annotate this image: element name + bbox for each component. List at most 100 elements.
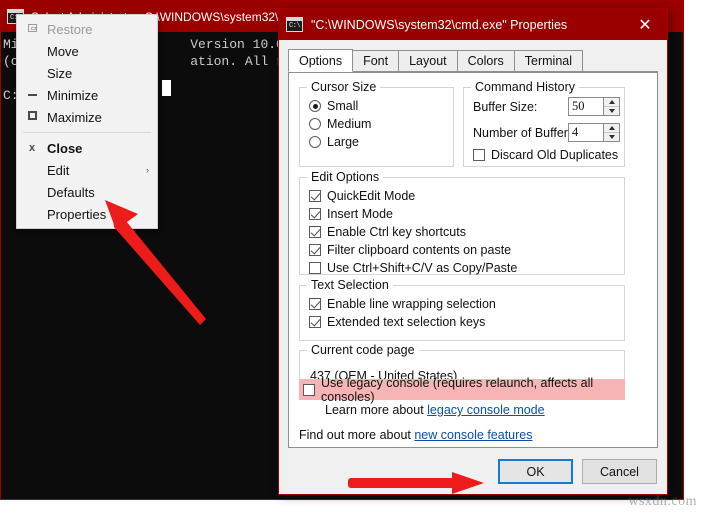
tab-options[interactable]: Options [288, 49, 354, 72]
menu-item-label: Restore [47, 21, 93, 37]
group-legend: Current code page [307, 343, 419, 357]
legacy-console-mode-link[interactable]: legacy console mode [427, 403, 544, 417]
dialog-title: "C:\WINDOWS\system32\cmd.exe" Properties [311, 17, 568, 32]
menu-item-label: Close [47, 140, 83, 156]
checkbox-filter-clipboard-contents[interactable]: Filter clipboard contents on paste [309, 241, 517, 259]
legacy-console-label: Use legacy console (requires relaunch, a… [321, 375, 594, 404]
checkbox-icon [309, 262, 321, 274]
checkbox-icon [309, 298, 321, 310]
x-icon: x [28, 141, 36, 154]
cancel-button[interactable]: Cancel [582, 459, 657, 484]
radio-icon [309, 118, 321, 130]
menu-item-move[interactable]: Move [17, 40, 157, 62]
spin-up-icon[interactable] [604, 98, 619, 107]
screenshot-root: C:\ Select Administrator: C:\WINDOWS\sys… [0, 0, 701, 512]
cmd-properties-dialog: C:\ "C:\WINDOWS\system32\cmd.exe" Proper… [278, 8, 668, 495]
menu-item-label: Minimize [47, 87, 99, 103]
radio-label: Large [327, 135, 359, 149]
checkbox-icon [309, 316, 321, 328]
group-edit-options: Edit Options QuickEdit Mode Insert Mode [299, 170, 625, 277]
radio-cursor-large[interactable]: Large [309, 133, 371, 151]
tabpage-options: Cursor Size Small Medium Large Command H… [288, 72, 658, 448]
console-caret [162, 80, 171, 96]
learn-more-row: Learn more about legacy console mode [325, 403, 545, 417]
spin-down-icon[interactable] [604, 107, 619, 115]
system-context-menu[interactable]: Restore Move Size Minimize Maximize x Cl… [16, 14, 158, 229]
radio-label: Small [327, 99, 359, 113]
menu-item-label: Size [47, 65, 73, 81]
buffer-size-input[interactable]: 50 [568, 97, 604, 116]
minimize-icon [17, 90, 47, 101]
legacy-console-row[interactable]: Use legacy console (requires relaunch, a… [299, 376, 625, 404]
dialog-titlebar[interactable]: C:\ "C:\WINDOWS\system32\cmd.exe" Proper… [279, 9, 667, 40]
learn-more-prefix: Learn more about [325, 403, 428, 417]
checkbox-enable-line-wrapping[interactable]: Enable line wrapping selection [309, 295, 496, 313]
checkbox-quickedit-mode[interactable]: QuickEdit Mode [309, 187, 517, 205]
tabstrip: Options Font Layout Colors Terminal [288, 49, 658, 72]
cmd-icon: C:\ [286, 17, 303, 32]
tab-label: Colors [467, 54, 504, 68]
radio-cursor-medium[interactable]: Medium [309, 115, 371, 133]
buffer-size-spin-buttons[interactable] [604, 97, 620, 116]
menu-item-edit[interactable]: Edit › [17, 159, 157, 181]
number-of-buffers-spin-buttons[interactable] [604, 123, 620, 142]
checkbox-discard-old-duplicates[interactable]: Discard Old Duplicates [473, 146, 618, 164]
group-text-selection: Text Selection Enable line wrapping sele… [299, 278, 625, 341]
tab-colors[interactable]: Colors [456, 50, 515, 71]
group-legend: Command History [471, 80, 580, 94]
find-out-prefix: Find out more about [299, 428, 415, 442]
group-legend: Cursor Size [307, 80, 381, 94]
checkbox-icon [309, 226, 321, 238]
buffer-size-stepper[interactable]: 50 [568, 97, 620, 116]
maximize-icon [17, 111, 47, 123]
menu-item-minimize[interactable]: Minimize [17, 84, 157, 106]
number-of-buffers-label: Number of Buffers: [473, 126, 578, 140]
watermark: wsxdn.com [628, 494, 697, 509]
checkbox-label: QuickEdit Mode [327, 189, 416, 203]
spin-up-icon[interactable] [604, 124, 619, 133]
tab-label: Options [299, 53, 343, 68]
group-legend: Text Selection [307, 278, 393, 292]
radio-icon [309, 100, 321, 112]
checkbox-icon [309, 208, 321, 220]
buffer-size-label: Buffer Size: [473, 100, 538, 114]
ok-button[interactable]: OK [498, 459, 573, 484]
checkbox-extended-text-selection[interactable]: Extended text selection keys [309, 313, 496, 331]
menu-item-properties[interactable]: Properties [17, 203, 157, 225]
close-icon[interactable]: ✕ [623, 9, 667, 40]
checkbox-insert-mode[interactable]: Insert Mode [309, 205, 517, 223]
tab-layout[interactable]: Layout [398, 50, 458, 71]
menu-item-label: Move [47, 43, 79, 59]
tab-font[interactable]: Font [352, 50, 400, 71]
tab-terminal[interactable]: Terminal [513, 50, 584, 71]
menu-item-label: Edit [47, 162, 70, 178]
checkbox-label: Use Ctrl+Shift+C/V as Copy/Paste [327, 261, 518, 275]
group-cursor-size: Cursor Size Small Medium Large [299, 80, 454, 167]
menu-separator [23, 132, 151, 133]
menu-item-maximize[interactable]: Maximize [17, 106, 157, 128]
number-of-buffers-input[interactable]: 4 [568, 123, 604, 142]
radio-cursor-small[interactable]: Small [309, 97, 371, 115]
checkbox-enable-ctrl-key-shortcuts[interactable]: Enable Ctrl key shortcuts [309, 223, 517, 241]
tab-label: Font [363, 54, 389, 68]
checkbox-label: Filter clipboard contents on paste [327, 243, 512, 257]
number-of-buffers-stepper[interactable]: 4 [568, 123, 620, 142]
checkbox-label: Enable line wrapping selection [327, 297, 496, 311]
menu-item-defaults[interactable]: Defaults [17, 181, 157, 203]
checkbox-use-ctrl-shift-cv[interactable]: Use Ctrl+Shift+C/V as Copy/Paste [309, 259, 517, 277]
spin-down-icon[interactable] [604, 133, 619, 141]
menu-item-close[interactable]: x Close [17, 137, 157, 159]
group-legend: Edit Options [307, 170, 384, 184]
radio-label: Medium [327, 117, 372, 131]
menu-item-size[interactable]: Size [17, 62, 157, 84]
checkbox-icon[interactable] [303, 383, 315, 396]
checkbox-label: Insert Mode [327, 207, 394, 221]
menu-item-label: Maximize [47, 109, 102, 125]
dialog-button-row: OK Cancel [498, 459, 657, 484]
checkbox-icon [473, 149, 485, 161]
new-console-features-link[interactable]: new console features [414, 428, 532, 442]
menu-item-label: Defaults [47, 184, 95, 200]
checkbox-label: Enable Ctrl key shortcuts [327, 225, 466, 239]
menu-item-restore[interactable]: Restore [17, 18, 157, 40]
checkbox-icon [309, 190, 321, 202]
